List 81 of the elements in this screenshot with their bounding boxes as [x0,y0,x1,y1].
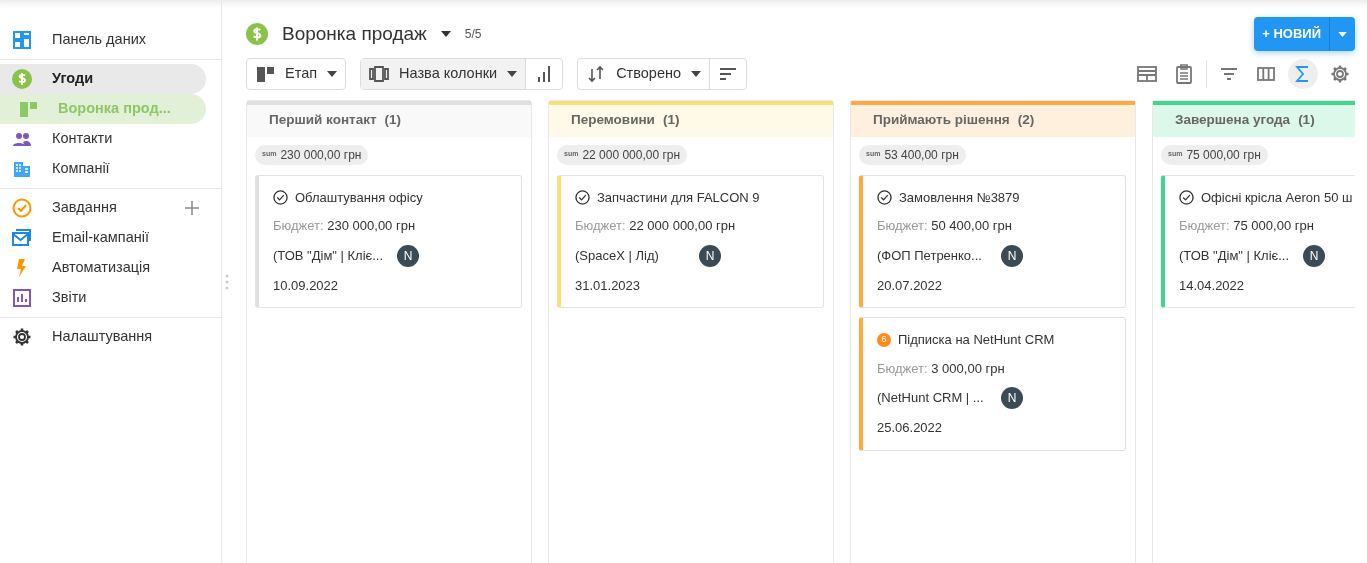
deal-date: 20.07.2022 [877,276,944,295]
check-circle-icon [1179,189,1194,205]
deal-title: Облаштування офісу [295,188,423,207]
columns-icon [369,63,390,84]
deal-count: 5/5 [464,25,482,43]
sidebar-item[interactable]: Угоди [0,64,206,94]
budget-value: 75 000,00 грн [1233,218,1314,233]
sidebar-item[interactable]: Email-кампанії [0,223,206,253]
clipboard-icon [1174,63,1194,84]
column-title: Перший контакт [269,111,377,130]
company-name: (SpaceX | Лід) [575,246,660,265]
deal-card[interactable]: 6 Підписка на NetHunt CRM Бюджет: 3 000,00 грн (NetHunt CRM | ... N 25.06.2022 [859,317,1126,451]
check-circle-icon [12,198,32,218]
task-count-badge: 6 [877,332,891,347]
budget-value: 22 000 000,00 грн [629,218,736,233]
board-icon [18,99,38,119]
sidebar-item[interactable]: Панель даних [0,25,206,55]
avatar: N [1001,387,1023,409]
building-icon [12,159,32,179]
budget-label: Бюджет: [575,218,626,233]
resize-handle-icon[interactable] [225,273,229,291]
deal-date: 14.04.2022 [1179,276,1246,295]
avatar: N [1303,244,1325,267]
avatar: N [397,244,419,267]
dashboard-icon [12,30,32,50]
sidebar-item[interactable]: Завдання [0,193,206,223]
chart-icon [12,288,32,308]
check-circle-icon [877,189,892,205]
company-name: (ТОВ "Дім" | Кліє... [1179,246,1289,265]
budget-label: Бюджет: [273,218,324,233]
budget-value: 50 400,00 грн [931,218,1012,233]
deal-date: 31.01.2023 [575,276,642,295]
column-count: (1) [1298,111,1315,130]
deal-title: Запчастини для FALCON 9 [597,188,760,207]
deal-card[interactable]: Офісні крісла Aeron 50 ш Бюджет: 75 000,00 грн (ТОВ "Дім" | Кліє... N 14.04.2022 [1161,174,1355,308]
company-name: (ТОВ "Дім" | Кліє... [273,246,383,265]
dollar-icon [246,22,268,45]
sidebar-item[interactable]: Звіти [0,283,206,313]
sidebar-item[interactable]: Контакти [0,124,206,154]
deal-card[interactable]: Запчастини для FALCON 9 Бюджет: 22 000 000,00 грн (SpaceX | Лід) N 31.01.2023 [557,174,824,308]
company-name: (NetHunt CRM | ... [877,389,985,408]
settings-icon [1330,63,1350,84]
caret-icon [691,70,702,77]
column-title: Завершена угода [1175,111,1291,130]
settings-icon [12,327,32,347]
deal-title: Офісні крісла Aeron 50 ш [1201,188,1353,207]
caret-icon [327,70,338,77]
check-circle-icon [575,189,590,205]
budget-label: Бюджет: [1179,218,1230,233]
column-title: Перемовини [571,111,655,130]
deal-date: 10.09.2022 [273,276,340,295]
dropdown-button[interactable]: Етап [247,58,346,89]
company-name: (ФОП Петренко... [877,246,983,265]
deal-card[interactable]: Облаштування офісу Бюджет: 230 000,00 грн (ТОВ "Дім" | Кліє... N 10.09.2022 [255,174,522,308]
budget-value: 230 000,00 грн [327,218,416,233]
caret-icon[interactable] [440,30,451,37]
deal-date: 25.06.2022 [877,419,944,437]
dropdown-button[interactable]: Назва колонки [361,58,526,89]
deal-title: Підписка на NetHunt CRM [898,331,1055,349]
sidebar-item[interactable]: Налаштування [0,322,206,352]
dollar-icon [12,69,32,89]
budget-value: 3 000,00 грн [931,360,1005,376]
budget-label: Бюджет: [877,360,928,376]
deal-card[interactable]: Замовлення №3879 Бюджет: 50 400,00 грн (ФОП Петренко... N 20.07.2022 [859,174,1126,308]
column-count: (1) [662,111,680,130]
deal-title: Замовлення №3879 [899,188,1020,207]
budget-label: Бюджет: [877,218,928,233]
layout-icon [1137,63,1157,84]
column-count: (2) [1017,111,1035,130]
check-circle-icon [273,189,288,205]
page-title: Воронка продаж [282,21,427,46]
sidebar-item[interactable]: Автоматизація [0,253,206,283]
column-title: Приймають рішення [873,111,1010,130]
avatar: N [1001,244,1023,267]
mail-icon [12,228,32,248]
avatar: N [699,244,721,267]
add-icon[interactable] [184,200,200,216]
sidebar-item[interactable]: Компанії [0,154,206,184]
toolbar-button[interactable] [1288,58,1318,89]
column-count: (1) [384,111,402,130]
caret-icon [507,70,518,77]
